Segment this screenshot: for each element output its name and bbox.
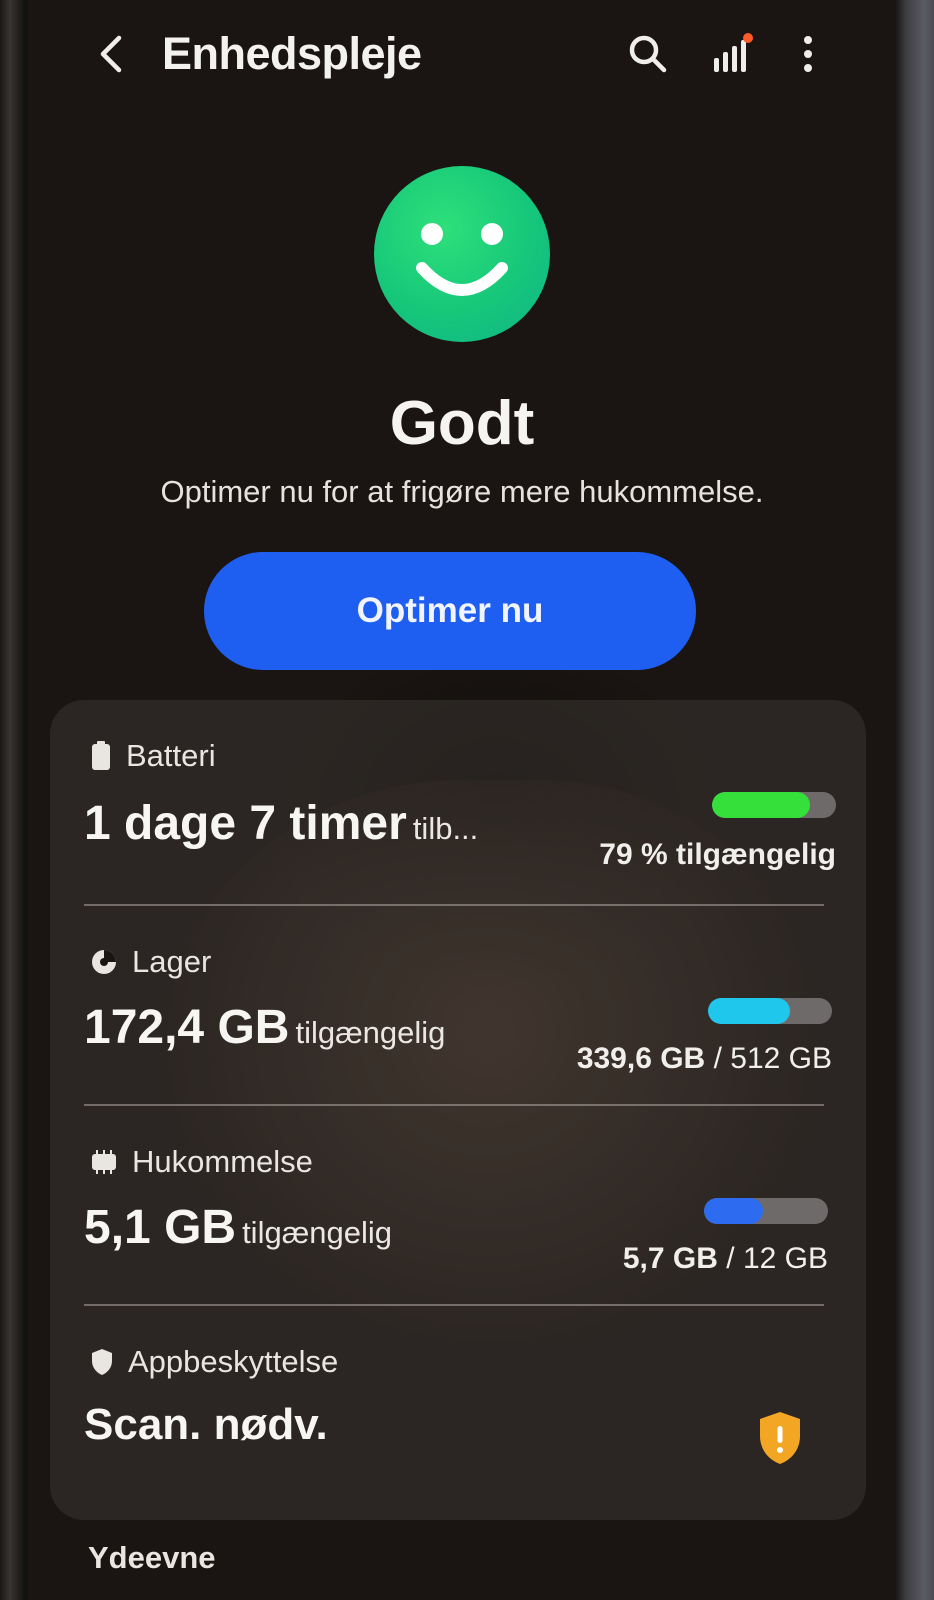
battery-level-fill [712, 792, 810, 818]
diagnostics-button[interactable] [708, 30, 756, 78]
app-protection-label: Appbeskyttelse [128, 1344, 339, 1379]
storage-usage-fill [708, 998, 790, 1024]
storage-section[interactable]: Lager 172,4 GB tilgængelig 339,6 GB / 512… [50, 940, 866, 1100]
app-protection-status: Scan. nødv. [84, 1400, 328, 1449]
search-icon [629, 35, 667, 73]
storage-usage-bar [708, 998, 832, 1024]
divider [84, 904, 824, 906]
performance-section-title: Ydeevne [88, 1540, 216, 1575]
shield-icon [92, 1349, 112, 1375]
memory-section[interactable]: Hukommelse 5,1 GB tilgængelig 5,7 GB / 12… [50, 1140, 866, 1300]
memory-usage-fill [704, 1198, 763, 1224]
chevron-left-icon [100, 35, 122, 73]
warning-shield-icon [760, 1412, 800, 1464]
pie-chart-icon [92, 950, 116, 974]
storage-label: Lager [132, 944, 212, 979]
background-fabric [894, 0, 934, 1600]
storage-available: 172,4 GB tilgængelig [84, 1001, 446, 1054]
memory-usage-bar [704, 1198, 828, 1224]
memory-used-total: 5,7 GB / 12 GB [622, 1242, 828, 1275]
memory-label: Hukommelse [132, 1144, 313, 1179]
device-care-screen: Enhedspleje Godt Optimer nu for at frigø… [28, 0, 896, 1600]
status-subtitle: Optimer nu for at frigøre mere hukommels… [160, 474, 764, 509]
search-button[interactable] [624, 30, 672, 78]
top-app-bar: Enhedspleje [28, 20, 896, 90]
memory-available: 5,1 GB tilgængelig [84, 1201, 392, 1254]
status-title: Godt [389, 389, 535, 458]
more-options-button[interactable] [784, 30, 832, 78]
app-protection-section[interactable]: Appbeskyttelse Scan. nødv. [50, 1340, 866, 1490]
storage-used-total: 339,6 GB / 512 GB [576, 1042, 832, 1075]
memory-chip-icon [92, 1150, 116, 1174]
battery-level-bar [712, 792, 836, 818]
signal-bars-icon [714, 33, 753, 72]
divider [84, 1304, 824, 1306]
back-button[interactable] [90, 32, 134, 76]
battery-available-text: 79 % tilgængelig [599, 838, 836, 871]
battery-icon [92, 741, 110, 770]
status-smiley-icon [374, 166, 550, 342]
device-summary-card: Batteri 1 dage 7 timer tilb... 79 % tilgæ… [50, 700, 866, 1520]
battery-section[interactable]: Batteri 1 dage 7 timer tilb... 79 % tilgæ… [50, 734, 866, 904]
divider [84, 1104, 824, 1106]
optimize-now-button[interactable]: Optimer nu [204, 552, 696, 670]
battery-time-remaining: 1 dage 7 timer tilb... [84, 797, 479, 850]
battery-label: Batteri [126, 738, 216, 773]
page-title: Enhedspleje [162, 28, 422, 79]
more-vertical-icon [804, 36, 812, 72]
